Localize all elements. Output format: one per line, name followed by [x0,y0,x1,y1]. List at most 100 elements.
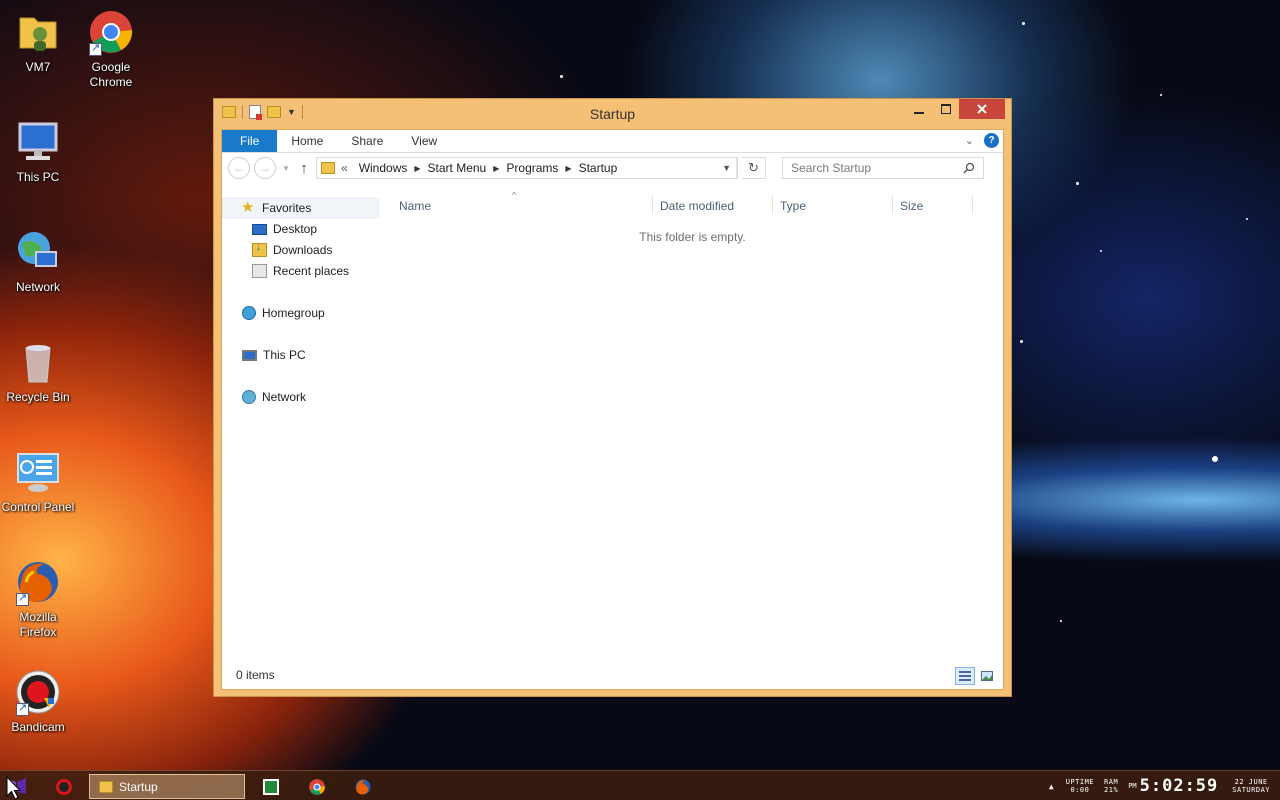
close-button[interactable] [959,99,1005,119]
desktop-icon-recycle-bin[interactable]: Recycle Bin [0,338,76,405]
item-count: 0 items [236,668,275,682]
view-switcher [955,667,997,685]
tab-home[interactable]: Home [277,130,337,152]
search-box[interactable] [782,157,984,179]
date-value: 22 JUNE [1234,778,1268,786]
maximize-button[interactable] [932,99,959,119]
desktop-icon-control-panel[interactable]: Control Panel [0,448,76,515]
shortcut-arrow-icon [16,591,29,606]
column-divider[interactable] [972,196,973,214]
nav-item-downloads[interactable]: Downloads [252,240,332,260]
taskbar-firefox-button[interactable] [351,774,375,799]
column-header-size[interactable]: Size [900,196,923,216]
nav-item-recent-places[interactable]: Recent places [252,261,349,281]
spreadsheet-icon [263,778,279,795]
desktop-icon-label: Mozilla Firefox [19,610,57,639]
bandicam-icon [14,668,62,716]
file-list[interactable]: ^ Name Date modified Type Size This fold… [382,190,1003,661]
status-bar: 0 items [222,661,1003,689]
ribbon-tabs: File Home Share View ⌄ ? [222,130,1003,153]
uptime-value: 0:00 [1070,786,1090,794]
desktop-icon-label: Network [15,280,60,294]
column-header-type[interactable]: Type [780,196,806,216]
column-header-date-modified[interactable]: Date modified [660,196,734,216]
desktop-icon-label: Control Panel [1,500,75,514]
back-arrow-icon: ← [233,161,245,175]
desktop-icon [252,223,267,235]
breadcrumb-programs[interactable]: Programs [499,161,565,175]
star-icon: ★ [241,199,255,216]
column-divider[interactable] [772,196,773,214]
desktop-icon-bandicam[interactable]: Bandicam [0,668,76,735]
address-dropdown-icon[interactable]: ▼ [717,158,737,178]
taskbar-bandicam-button[interactable] [52,774,76,799]
date-readout[interactable]: 22 JUNE SATURDAY [1232,778,1270,794]
nav-item-label: Network [262,390,307,404]
details-view-icon [959,671,971,681]
taskbar-window-label: Startup [119,779,158,794]
refresh-icon: ↻ [748,160,759,175]
clock-time[interactable]: 5:02:59 [1140,776,1219,796]
search-input[interactable] [791,161,951,175]
taskbar-chrome-button[interactable] [305,774,329,799]
tab-view[interactable]: View [397,130,451,152]
uptime-readout: UPTIME 0:00 [1066,778,1094,794]
show-hidden-icons-icon[interactable]: ▲ [1049,782,1054,791]
help-icon[interactable]: ? [984,133,999,148]
nav-item-desktop[interactable]: Desktop [252,219,317,239]
taskbar-excel-button[interactable] [259,774,283,799]
breadcrumb-start-menu[interactable]: Start Menu [421,161,494,175]
details-view-button[interactable] [955,667,975,685]
ram-value: 21% [1104,786,1119,794]
window-controls [905,99,1005,119]
forward-arrow-icon: → [259,161,271,175]
breadcrumb-windows[interactable]: Windows [352,161,415,175]
nav-item-label: Homegroup [262,306,325,320]
nav-item-this-pc[interactable]: This PC [242,345,306,365]
column-header-name[interactable]: Name [399,196,431,216]
forward-button[interactable]: → [254,157,276,179]
firefox-icon [14,558,62,606]
back-button[interactable]: ← [228,157,250,179]
ram-label: RAM [1104,778,1119,786]
nav-item-favorites[interactable]: ★ Favorites [222,198,379,218]
nav-item-homegroup[interactable]: Homegroup [242,303,325,323]
recycle-bin-icon [14,338,62,386]
refresh-button[interactable]: ↻ [742,157,766,179]
desktop-icon-label: Bandicam [11,720,65,734]
star [1076,182,1079,185]
shortcut-arrow-icon [89,41,102,56]
up-one-level-button[interactable]: ↑ [296,160,312,177]
close-icon [977,104,987,114]
navigation-bar: ← → ▼ ↑ « Windows ▶ Start Menu ▶ Program… [222,153,1003,183]
clock-ampm: PM [1128,782,1137,790]
recent-locations-dropdown-icon[interactable]: ▼ [280,164,292,173]
tab-share[interactable]: Share [337,130,397,152]
desktop-icon-this-pc[interactable]: This PC [0,118,76,185]
computer-icon [14,118,62,166]
desktop-icon-google-chrome[interactable]: Google Chrome [73,8,149,90]
minimize-button[interactable] [905,99,932,119]
taskbar-window-startup[interactable]: Startup [89,774,245,799]
explorer-window[interactable]: ▼ Startup File Home Share View ⌄ ? ← → ▼… [213,98,1012,697]
folder-icon [14,8,62,56]
nav-item-network[interactable]: Network [242,387,306,407]
title-bar[interactable]: ▼ Startup [214,99,1011,129]
star [560,75,563,78]
address-overflow[interactable]: « [335,161,352,175]
desktop-icon-network[interactable]: Network [0,228,76,295]
column-divider[interactable] [652,196,653,214]
search-icon [963,162,975,174]
desktop-icon-label: Google Chrome [89,60,133,89]
address-bar[interactable]: « Windows ▶ Start Menu ▶ Programs ▶ Star… [316,157,738,179]
folder-icon [321,162,335,174]
tab-file[interactable]: File [222,130,278,152]
expand-ribbon-chevron-icon[interactable]: ⌄ [965,134,974,147]
window-title: Startup [589,106,636,122]
empty-folder-message: This folder is empty. [639,230,746,244]
large-icons-view-button[interactable] [977,667,997,685]
column-divider[interactable] [892,196,893,214]
breadcrumb-startup[interactable]: Startup [572,161,625,175]
desktop-icon-vm7[interactable]: VM7 [0,8,76,75]
desktop-icon-mozilla-firefox[interactable]: Mozilla Firefox [0,558,76,640]
